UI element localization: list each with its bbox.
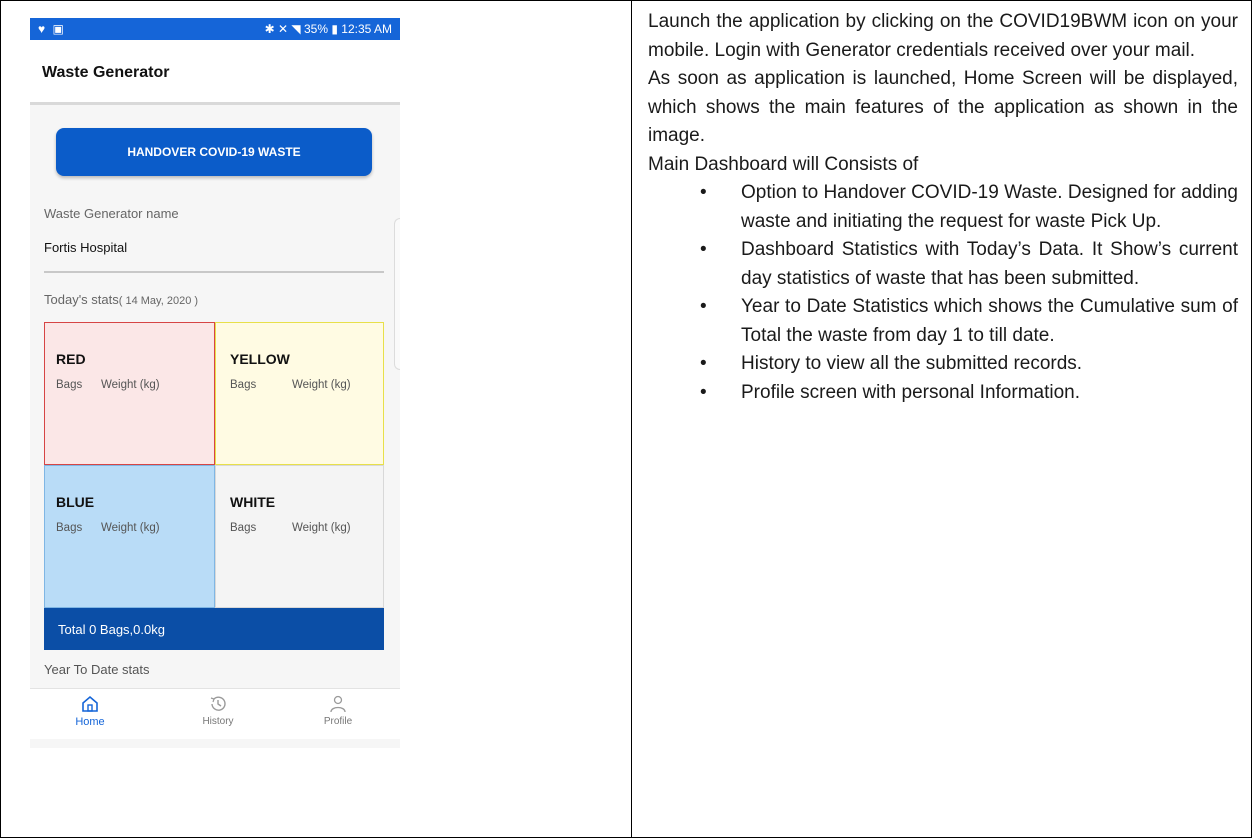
home-icon: [82, 695, 98, 712]
bullet-icon: •: [700, 381, 707, 403]
total-summary-text: Total 0 Bags,0.0kg: [58, 622, 165, 637]
tile-weight-label: Weight (kg): [101, 522, 160, 534]
nav-profile[interactable]: Profile: [298, 695, 378, 727]
nav-profile-label: Profile: [323, 716, 353, 727]
tile-color-name: YELLOW: [230, 351, 290, 367]
bullet-icon: •: [700, 239, 707, 260]
dashboard-heading: Main Dashboard will Consists of: [648, 153, 919, 175]
feature-text: Option to Handover COVID-19 Waste. Desig…: [741, 182, 1238, 232]
tile-bags-label: Bags: [230, 379, 257, 391]
tile-color-name: WHITE: [230, 494, 276, 510]
feature-text: History to view all the submitted record…: [741, 353, 1083, 374]
history-icon: [210, 696, 226, 711]
tile-weight-label: Weight (kg): [101, 379, 160, 391]
feature-text: Dashboard Statistics with Today’s Data. …: [741, 239, 1238, 289]
nav-home[interactable]: Home: [50, 695, 130, 728]
bottom-navigation: Home History Profile: [30, 688, 400, 739]
tile-bags-label: Bags: [230, 522, 257, 534]
bullet-icon: •: [700, 296, 707, 317]
feature-item: • Profile screen with personal Informatio…: [648, 379, 1238, 408]
todays-stats-title: Today's stats: [44, 292, 119, 307]
bullet-icon: •: [700, 353, 707, 374]
feature-item: • Year to Date Statistics which shows the…: [648, 293, 1238, 350]
home-screen-paragraph: As soon as application is launched, Home…: [648, 68, 1238, 146]
nav-history[interactable]: History: [178, 695, 258, 727]
status-system-info: ✱ ✕ ◥ 35% ▮ 12:35 AM: [264, 22, 392, 36]
tile-color-name: BLUE: [56, 494, 95, 510]
tile-bags-label: Bags: [56, 522, 83, 534]
stat-tile-white[interactable]: WHITE Bags Weight (kg): [215, 465, 384, 608]
nav-history-label: History: [202, 716, 234, 727]
app-bar: Waste Generator: [30, 40, 400, 105]
feature-text: Profile screen with personal Information…: [741, 381, 1080, 403]
tile-weight-label: Weight (kg): [292, 379, 351, 391]
status-notification-icons: ♥ ▣: [38, 22, 66, 36]
tile-weight-label: Weight (kg): [292, 522, 351, 534]
profile-icon: [330, 695, 346, 713]
stat-tile-yellow[interactable]: YELLOW Bags Weight (kg): [215, 322, 384, 465]
generator-divider: [44, 271, 384, 273]
feature-list: • Option to Handover COVID-19 Waste. Desi…: [648, 179, 1238, 407]
stat-tile-blue[interactable]: BLUE Bags Weight (kg): [44, 465, 215, 608]
feature-item: • Option to Handover COVID-19 Waste. Desi…: [648, 179, 1238, 236]
instructions-text: Launch the application by clicking on th…: [648, 8, 1238, 407]
bullet-icon: •: [700, 182, 707, 203]
feature-item: • History to view all the submitted recor…: [648, 350, 1238, 379]
stat-tile-red[interactable]: RED Bags Weight (kg): [44, 322, 215, 465]
phone-screenshot: ♥ ▣ ✱ ✕ ◥ 35% ▮ 12:35 AM Waste Generator…: [30, 18, 400, 664]
feature-item: • Dashboard Statistics with Today’s Data.…: [648, 236, 1238, 293]
generator-name-value: Fortis Hospital: [44, 240, 128, 255]
intro-paragraph: Launch the application by clicking on th…: [648, 11, 1238, 61]
generator-name-label: Waste Generator name: [44, 206, 179, 221]
handover-waste-button[interactable]: HANDOVER COVID-19 WASTE: [56, 128, 372, 176]
ytd-and-nav: Year To Date stats Home History Profile: [30, 650, 400, 748]
year-to-date-label: Year To Date stats: [44, 662, 150, 677]
tile-bags-label: Bags: [56, 379, 83, 391]
todays-stats-label: Today's stats( 14 May, 2020 ): [44, 292, 198, 307]
nav-home-label: Home: [75, 716, 105, 728]
feature-text: Year to Date Statistics which shows the …: [741, 296, 1238, 346]
status-bar: ♥ ▣ ✱ ✕ ◥ 35% ▮ 12:35 AM: [30, 18, 400, 40]
side-card-edge: [394, 218, 400, 370]
page-title: Waste Generator: [42, 64, 170, 81]
tile-color-name: RED: [56, 351, 86, 367]
todays-stats-date: ( 14 May, 2020 ): [118, 295, 199, 307]
